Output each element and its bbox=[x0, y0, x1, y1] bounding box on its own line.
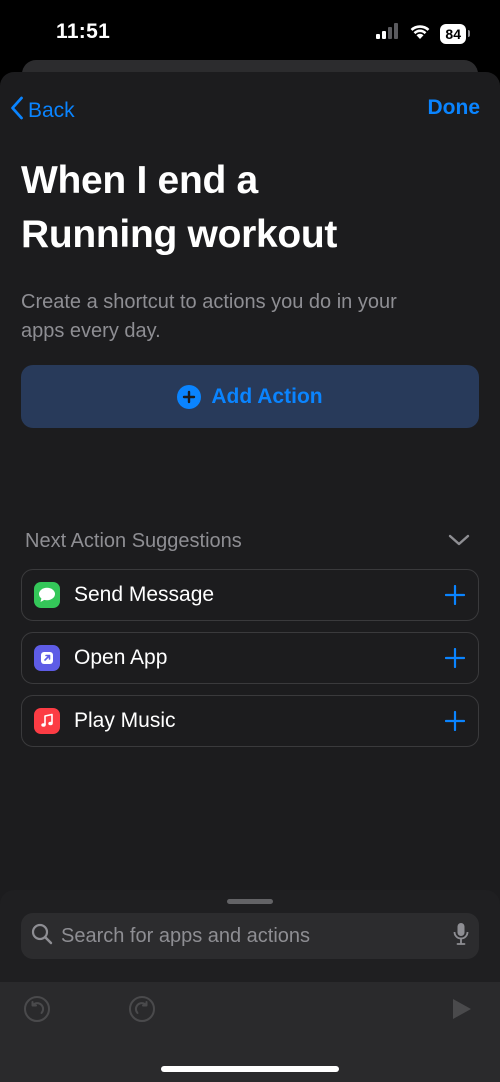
back-label: Back bbox=[28, 99, 75, 122]
status-icons: 84 bbox=[376, 22, 470, 45]
microphone-icon[interactable] bbox=[453, 922, 469, 951]
title-line-2: Running workout bbox=[21, 213, 338, 256]
messages-icon bbox=[34, 582, 60, 608]
done-button[interactable]: Done bbox=[428, 96, 481, 120]
add-icon[interactable] bbox=[444, 647, 466, 669]
chevron-down-icon[interactable] bbox=[448, 530, 470, 553]
plus-circle-icon bbox=[177, 384, 202, 409]
undo-icon[interactable] bbox=[22, 994, 52, 1024]
page-title: When I end a Running workout bbox=[21, 154, 461, 262]
suggestion-label: Open App bbox=[74, 646, 168, 669]
add-action-button[interactable]: Add Action bbox=[21, 365, 479, 428]
search-bar[interactable]: Search for apps and actions bbox=[21, 913, 479, 959]
suggestion-label: Play Music bbox=[74, 709, 176, 732]
redo-icon[interactable] bbox=[127, 994, 157, 1024]
subtitle-line-1: Create a shortcut to actions you do in y… bbox=[21, 291, 397, 313]
add-icon[interactable] bbox=[444, 710, 466, 732]
music-icon bbox=[34, 708, 60, 734]
play-icon[interactable] bbox=[446, 994, 476, 1024]
add-action-label: Add Action bbox=[211, 384, 323, 408]
suggestions-title: Next Action Suggestions bbox=[25, 530, 242, 552]
bottom-toolbar bbox=[0, 982, 500, 1082]
suggestions-list: Send Message Open App Play Music bbox=[21, 569, 479, 758]
search-icon bbox=[31, 923, 53, 950]
add-icon[interactable] bbox=[444, 584, 466, 606]
page-subtitle: Create a shortcut to actions you do in y… bbox=[21, 288, 461, 346]
sheet-grabber[interactable] bbox=[227, 899, 273, 904]
chevron-left-icon bbox=[10, 96, 24, 126]
search-input[interactable]: Search for apps and actions bbox=[61, 925, 453, 948]
status-time: 11:51 bbox=[56, 20, 111, 43]
open-app-icon bbox=[34, 645, 60, 671]
back-button[interactable]: Back bbox=[10, 96, 75, 126]
suggestion-label: Send Message bbox=[74, 583, 215, 606]
battery-indicator: 84 bbox=[440, 23, 470, 44]
subtitle-line-2: apps every day. bbox=[21, 320, 161, 342]
home-indicator bbox=[161, 1066, 339, 1072]
suggestion-send-message[interactable]: Send Message bbox=[21, 569, 479, 621]
cellular-signal-icon bbox=[376, 23, 400, 44]
actions-search-panel: Search for apps and actions bbox=[0, 890, 500, 1082]
suggestion-play-music[interactable]: Play Music bbox=[21, 695, 479, 747]
suggestions-header[interactable]: Next Action Suggestions bbox=[25, 530, 470, 553]
title-line-1: When I end a bbox=[21, 159, 258, 202]
wifi-icon bbox=[408, 22, 432, 45]
suggestion-open-app[interactable]: Open App bbox=[21, 632, 479, 684]
